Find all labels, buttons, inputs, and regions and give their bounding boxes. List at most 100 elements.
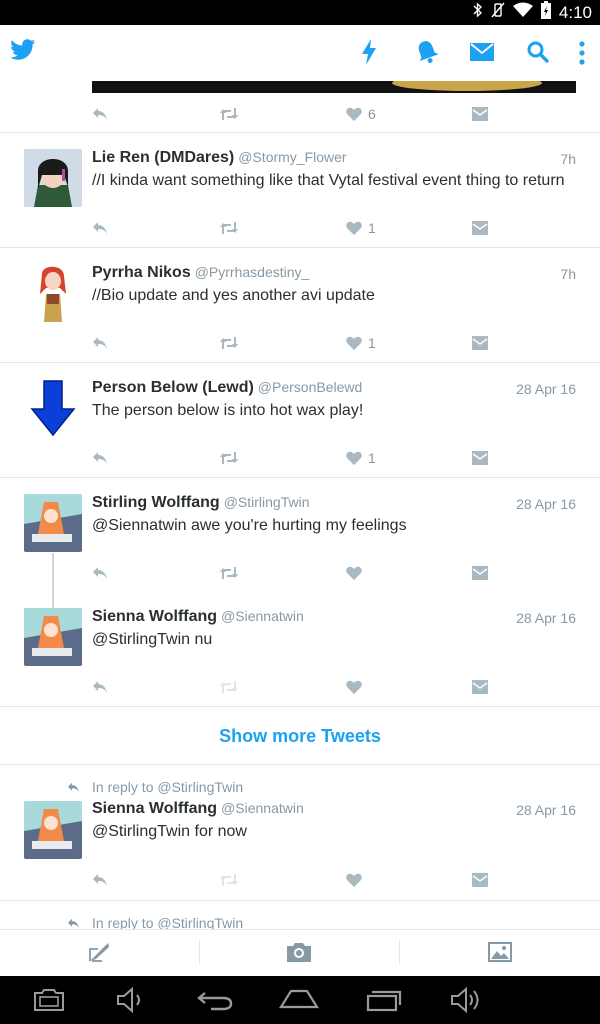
heart-icon bbox=[346, 107, 362, 121]
avatar[interactable] bbox=[24, 264, 82, 322]
reply-arrow-icon bbox=[68, 782, 79, 793]
volume-up-icon[interactable] bbox=[450, 987, 484, 1013]
direct-message-icon bbox=[472, 451, 488, 465]
envelope-icon[interactable] bbox=[470, 43, 494, 61]
reply-icon bbox=[93, 452, 107, 464]
reply-icon bbox=[93, 222, 107, 234]
retweet-icon bbox=[220, 452, 238, 464]
avatar[interactable] bbox=[24, 379, 82, 437]
tweet-item[interactable]: Person Below (Lewd) @PersonBelewd 28 Apr … bbox=[0, 363, 600, 478]
compose-bar bbox=[0, 929, 600, 977]
retweet-icon bbox=[220, 337, 238, 349]
user-handle: @Stormy_Flower bbox=[238, 149, 347, 165]
direct-message-icon bbox=[472, 873, 488, 887]
tweet-author[interactable]: Lie Ren (DMDares) @Stormy_Flower bbox=[92, 149, 347, 167]
divider bbox=[0, 706, 600, 707]
tweet-actions bbox=[92, 871, 492, 891]
heart-icon bbox=[346, 336, 362, 350]
tweet-time: 28 Apr 16 bbox=[516, 802, 576, 818]
compose-icon[interactable] bbox=[88, 941, 110, 963]
show-more-tweets-button[interactable]: Show more Tweets bbox=[0, 726, 600, 747]
retweet-icon bbox=[220, 567, 238, 579]
tweet-author[interactable]: Stirling Wolffang @StirlingTwin bbox=[92, 494, 309, 512]
bell-icon[interactable] bbox=[415, 39, 439, 65]
tweet-text: //Bio update and yes another avi update bbox=[92, 287, 375, 304]
tweet-item[interactable]: Sienna Wolffang @Siennatwin 28 Apr 16 @St… bbox=[0, 593, 600, 706]
tweet-author[interactable]: Person Below (Lewd) @PersonBelewd bbox=[92, 379, 362, 397]
clock: 4:10 bbox=[558, 2, 592, 22]
tweet-item[interactable]: Lie Ren (DMDares) @Stormy_Flower 7h //I k… bbox=[0, 133, 600, 248]
reply-icon bbox=[93, 108, 107, 120]
tweet-author[interactable]: Sienna Wolffang @Siennatwin bbox=[92, 800, 304, 818]
camera-icon[interactable] bbox=[287, 942, 311, 962]
tweet-time: 28 Apr 16 bbox=[516, 496, 576, 512]
tweet-time: 7h bbox=[560, 266, 576, 282]
tweet-item[interactable]: In reply to @StirlingTwin Sienna Wolffan… bbox=[0, 765, 600, 899]
tweet-item[interactable]: Pyrrha Nikos @Pyrrhasdestiny_ 7h //Bio up… bbox=[0, 248, 600, 363]
reply-icon bbox=[93, 337, 107, 349]
tweet-time: 28 Apr 16 bbox=[516, 381, 576, 397]
heart-icon bbox=[346, 451, 362, 465]
back-icon[interactable] bbox=[197, 989, 233, 1011]
in-reply-to[interactable]: In reply to @StirlingTwin bbox=[92, 779, 243, 795]
retweet-icon bbox=[220, 681, 238, 693]
arrow-down-icon bbox=[24, 379, 82, 437]
tweet-text: @StirlingTwin nu bbox=[92, 631, 213, 648]
wifi-icon bbox=[512, 2, 533, 23]
tweet-author[interactable]: Pyrrha Nikos @Pyrrhasdestiny_ bbox=[92, 264, 309, 282]
twitter-bird-icon[interactable] bbox=[10, 39, 36, 61]
tweet-time: 7h bbox=[560, 151, 576, 167]
display-name: Pyrrha Nikos bbox=[92, 264, 191, 281]
timeline[interactable]: 6 Lie Ren (DMDares) @Stormy_Flower 7h //I… bbox=[0, 81, 600, 929]
tweet-actions bbox=[92, 564, 492, 584]
reply-icon bbox=[93, 567, 107, 579]
volume-down-icon[interactable] bbox=[116, 987, 146, 1013]
vibrate-off-icon bbox=[491, 2, 505, 23]
direct-message-icon bbox=[472, 221, 488, 235]
tweet-item[interactable]: 6 bbox=[0, 81, 600, 133]
like-count: 1 bbox=[368, 335, 376, 351]
direct-message-icon bbox=[472, 680, 488, 694]
recents-icon[interactable] bbox=[366, 988, 402, 1012]
lightning-icon[interactable] bbox=[361, 39, 377, 65]
avatar[interactable] bbox=[24, 801, 82, 859]
user-handle: @Siennatwin bbox=[221, 608, 304, 624]
display-name: Sienna Wolffang bbox=[92, 800, 218, 817]
overflow-menu-icon[interactable] bbox=[578, 41, 586, 65]
like-count: 1 bbox=[368, 220, 376, 236]
system-nav-bar bbox=[0, 976, 600, 1024]
image-icon[interactable] bbox=[488, 942, 512, 962]
tweet-author[interactable]: Sienna Wolffang @Siennatwin bbox=[92, 608, 304, 626]
user-handle: @Pyrrhasdestiny_ bbox=[194, 264, 310, 280]
tweet-text: @StirlingTwin for now bbox=[92, 823, 247, 840]
avatar[interactable] bbox=[24, 494, 82, 552]
heart-icon bbox=[346, 680, 362, 694]
tweet-item[interactable]: In reply to @StirlingTwin bbox=[0, 901, 600, 929]
screenshot-icon[interactable] bbox=[34, 989, 64, 1011]
search-icon[interactable] bbox=[527, 41, 549, 63]
tweet-text: //I kinda want something like that Vytal… bbox=[92, 172, 565, 189]
tweet-actions bbox=[92, 678, 492, 698]
like-count: 6 bbox=[368, 106, 376, 122]
reply-arrow-icon bbox=[68, 918, 79, 929]
user-handle: @StirlingTwin bbox=[223, 494, 310, 510]
tweet-actions: 1 bbox=[92, 219, 492, 239]
direct-message-icon bbox=[472, 566, 488, 580]
user-handle: @Siennatwin bbox=[221, 800, 304, 816]
app-bar bbox=[0, 25, 600, 81]
avatar[interactable] bbox=[24, 149, 82, 207]
tweet-item[interactable]: Stirling Wolffang @StirlingTwin 28 Apr 16… bbox=[0, 478, 600, 593]
direct-message-icon bbox=[472, 336, 488, 350]
avatar[interactable] bbox=[24, 608, 82, 666]
in-reply-to[interactable]: In reply to @StirlingTwin bbox=[92, 915, 243, 929]
tweet-time: 28 Apr 16 bbox=[516, 610, 576, 626]
tweet-media[interactable] bbox=[92, 81, 576, 93]
display-name: Person Below (Lewd) bbox=[92, 379, 254, 396]
tweet-text: The person below is into hot wax play! bbox=[92, 402, 364, 419]
bottom-divider bbox=[199, 940, 200, 964]
retweet-icon bbox=[220, 874, 238, 886]
home-icon[interactable] bbox=[279, 989, 319, 1009]
heart-icon bbox=[346, 221, 362, 235]
reply-icon bbox=[93, 874, 107, 886]
display-name: Lie Ren (DMDares) bbox=[92, 149, 235, 166]
